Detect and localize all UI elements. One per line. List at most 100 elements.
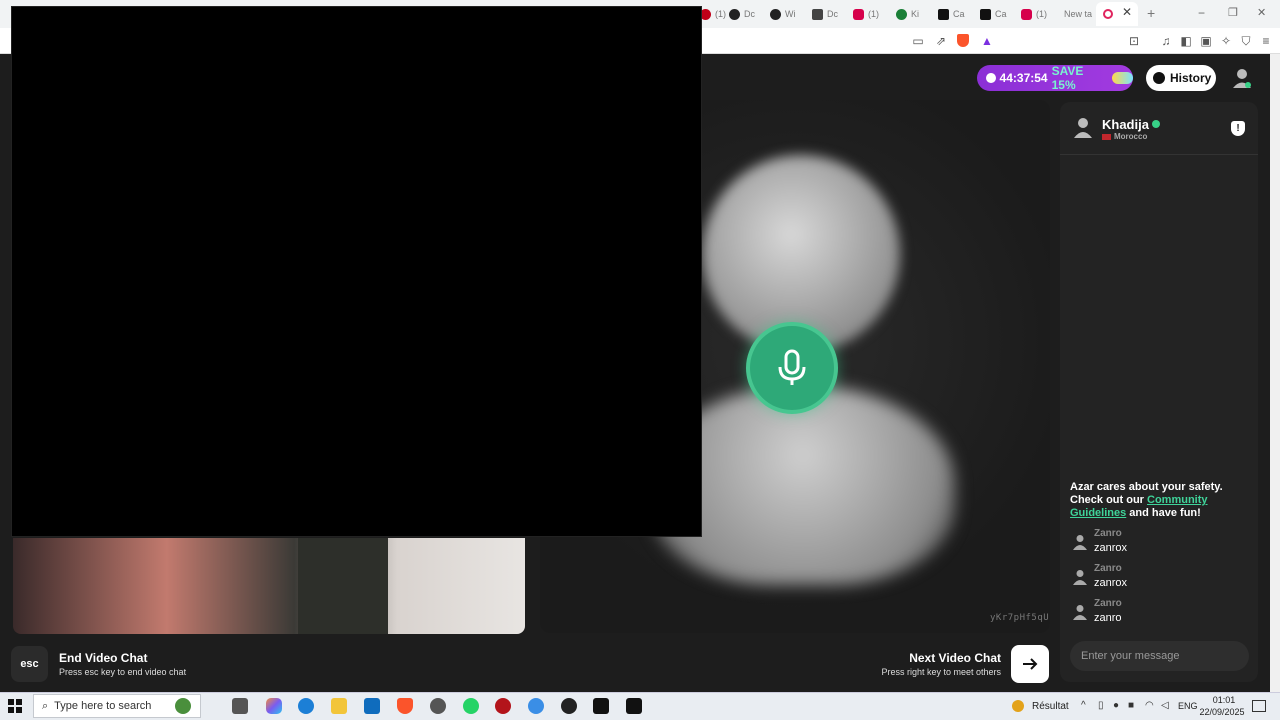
screenshot-icon[interactable]: ⊡ [1127,34,1141,48]
wallet-icon[interactable]: ▣ [1199,34,1213,48]
mic-tray-icon[interactable]: ● [1113,700,1119,711]
camera-tray-icon[interactable]: ■ [1128,700,1134,711]
browser-tab[interactable]: Wi [770,4,796,24]
outlook-icon[interactable] [364,698,380,714]
browser-tab[interactable]: Ca [980,4,1007,24]
vpn-icon[interactable]: ⛉ [1239,34,1253,48]
coins-icon [1112,72,1133,84]
browser-tab[interactable]: Ca [938,4,965,24]
end-chat-button[interactable]: esc [11,646,48,682]
microphone-button[interactable] [746,322,838,414]
clock-time[interactable]: 01:01 [1206,695,1242,705]
clock-date[interactable]: 22/09/2025 [1199,707,1245,717]
obs-icon[interactable] [561,698,577,714]
weather-text[interactable]: Résultat [1032,701,1069,712]
record-icon [1103,9,1113,19]
edge-icon[interactable] [298,698,314,714]
network-icon[interactable] [528,698,544,714]
clock-icon [986,73,996,83]
user-icon [1073,570,1087,585]
timer-promo-pill[interactable]: 44:37:54 SAVE 15% [977,64,1133,92]
menu-icon[interactable]: ≡ [1259,34,1273,48]
weather-icon[interactable] [1012,700,1024,712]
browser-tab[interactable]: Dc [812,4,838,24]
scrollbar[interactable] [1270,54,1280,692]
share-icon[interactable]: ⇗ [934,34,948,48]
message-input[interactable] [1070,641,1249,671]
browser-tab[interactable]: (1) [700,4,726,24]
user-icon [1233,69,1251,88]
search-icon: ⌕ [42,699,49,712]
capcut-icon[interactable] [626,698,642,714]
brave-shield-icon[interactable] [957,34,971,48]
self-video [13,538,525,634]
partner-avatar [1074,117,1092,139]
windows-start-icon[interactable] [8,699,22,713]
leo-ai-icon[interactable]: ✧ [1219,34,1233,48]
timer-text: 44:37:54 [999,71,1048,85]
brave-icon[interactable] [397,698,413,714]
globe-icon [175,698,191,714]
settings-icon[interactable] [430,698,446,714]
end-chat-title: End Video Chat [59,651,148,665]
arrow-right-icon [1023,658,1038,670]
capcut-icon [980,8,991,20]
capcut-icon[interactable] [593,698,609,714]
panel-divider [1060,154,1258,155]
file-explorer-icon[interactable] [331,698,347,714]
chat-message: Zanro zanrox [1073,528,1253,562]
chat-message: Zanro zanro [1073,598,1253,632]
profile-avatar[interactable] [1232,67,1252,89]
youtube-icon [853,8,864,20]
music-icon[interactable]: ♫ [1159,34,1173,48]
brave-rewards-icon[interactable]: ▲ [980,34,994,48]
message-text: zanrox [1094,542,1128,554]
chat-message: Zanro zanrox [1073,563,1253,597]
next-chat-button[interactable] [1011,645,1049,683]
self-video-dark-area [298,538,388,634]
message-sender: Zanro [1094,563,1122,574]
next-chat-title: Next Video Chat [909,651,1001,665]
active-browser-tab[interactable]: ✕ [1096,2,1138,26]
save-label: SAVE 15% [1051,64,1084,92]
battery-icon[interactable]: ▯ [1098,700,1104,711]
browser-tab[interactable]: New ta [1064,4,1092,24]
message-sender: Zanro [1094,528,1122,539]
history-button[interactable]: History [1146,65,1216,91]
notification-icon[interactable] [1252,700,1266,712]
report-shield-icon[interactable]: ! [1231,121,1245,136]
cast-icon[interactable]: ▭ [911,34,925,48]
wifi-icon[interactable]: ◠ [1145,700,1154,711]
user-icon [1074,118,1092,138]
video-session-id: yKr7pHf5qU [990,613,1050,623]
task-view-icon[interactable] [232,698,248,714]
tab-favicon-icon [770,8,781,20]
tab-favicon-icon [729,8,740,20]
browser-tab[interactable]: (1) [1021,4,1047,24]
browser-tab[interactable]: (1) [853,4,879,24]
user-icon [1073,535,1087,550]
language-indicator[interactable]: ENG [1178,701,1198,711]
browser-tab[interactable]: Dc [729,4,755,24]
whatsapp-icon[interactable] [463,698,479,714]
restore-icon[interactable]: ❐ [1228,6,1238,19]
app-icon[interactable] [495,698,511,714]
download-icon [812,8,823,20]
verified-icon [1152,120,1160,128]
sidebar-icon[interactable]: ◧ [1179,34,1193,48]
new-tab-icon[interactable]: + [1147,5,1155,21]
message-text: zanro [1094,612,1122,624]
tab-favicon-icon [896,8,907,20]
partner-country: Morocco [1114,132,1148,141]
browser-tab[interactable]: Ki [896,4,919,24]
chevron-up-icon[interactable]: ^ [1081,700,1086,711]
minimize-icon[interactable]: − [1198,6,1205,20]
volume-icon[interactable]: ◁ [1161,700,1169,711]
message-text: zanrox [1094,577,1128,589]
end-chat-hint: Press esc key to end video chat [59,667,187,677]
copilot-icon[interactable] [266,698,282,714]
message-sender: Zanro [1094,598,1122,609]
close-tab-icon[interactable]: ✕ [1122,5,1132,19]
close-window-icon[interactable]: ✕ [1257,6,1266,19]
next-chat-hint: Press right key to meet others [881,667,1001,677]
